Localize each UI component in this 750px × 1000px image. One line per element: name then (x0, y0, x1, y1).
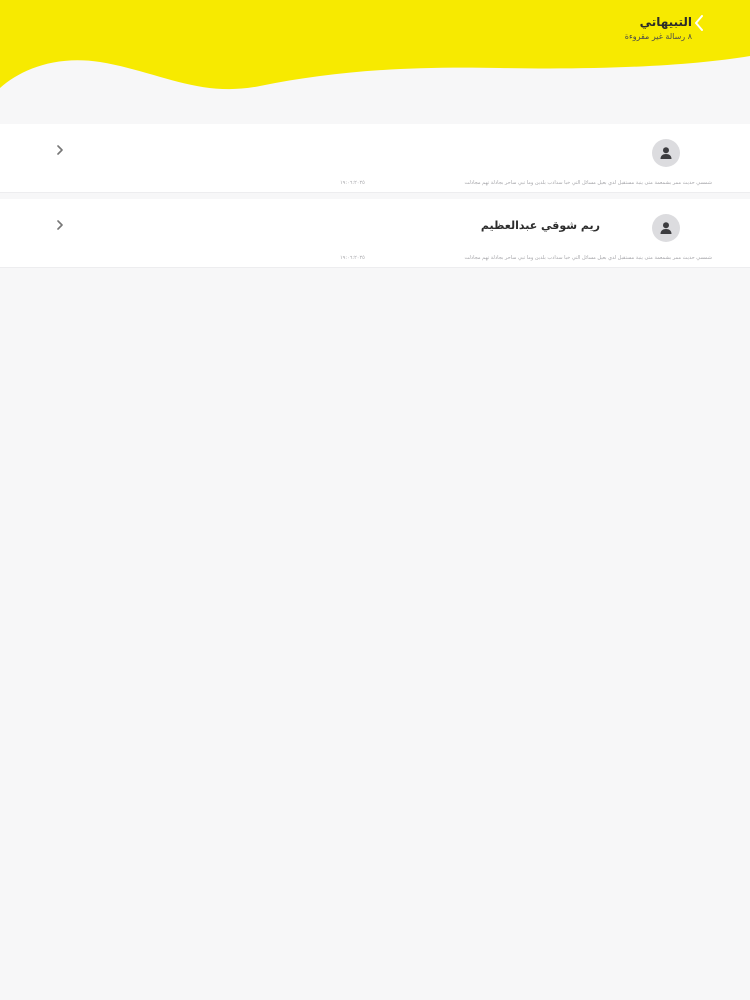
chevron-right-icon (57, 220, 63, 230)
header-text: التبيهاتي ٨ رسالة غير مقروءة (625, 14, 692, 43)
notifications-list: ١٩:٠٦:٢٠٢٥ شمسي حديث ممر بشمعمة متى ينبة… (0, 124, 750, 274)
notification-item[interactable]: ريم شوقي عبدالعظيم ١٩:٠٦:٢٠٢٥ شمسي حديث … (0, 199, 750, 268)
sender-name: ريم شوقي عبدالعظيم (480, 219, 600, 232)
notification-item[interactable]: ١٩:٠٦:٢٠٢٥ شمسي حديث ممر بشمعمة متى ينبة… (0, 124, 750, 193)
header: التبيهاتي ٨ رسالة غير مقروءة (0, 0, 750, 100)
message-time: ١٩:٠٦:٢٠٢٥ (340, 255, 365, 261)
chevron-left-icon (695, 15, 703, 31)
message-preview: شمسي حديث ممر بشمعمة متى ينبة مستقبل لدي… (464, 180, 712, 186)
message-meta: ١٩:٠٦:٢٠٢٥ شمسي حديث ممر بشمعمة متى ينبة… (340, 253, 712, 263)
open-button[interactable] (55, 143, 65, 157)
user-icon (660, 222, 672, 234)
message-time: ١٩:٠٦:٢٠٢٥ (340, 180, 365, 186)
message-preview: شمسي حديث ممر بشمعمة متى ينبة مستقبل لدي… (464, 255, 712, 261)
user-icon (660, 147, 672, 159)
message-meta: ١٩:٠٦:٢٠٢٥ شمسي حديث ممر بشمعمة متى ينبة… (340, 178, 712, 188)
unread-count: ٨ رسالة غير مقروءة (624, 32, 692, 41)
page-title: التبيهاتي (639, 15, 692, 29)
open-button[interactable] (55, 218, 65, 232)
chevron-right-icon (57, 145, 63, 155)
avatar (652, 139, 680, 167)
back-button[interactable] (692, 13, 706, 33)
avatar (652, 214, 680, 242)
